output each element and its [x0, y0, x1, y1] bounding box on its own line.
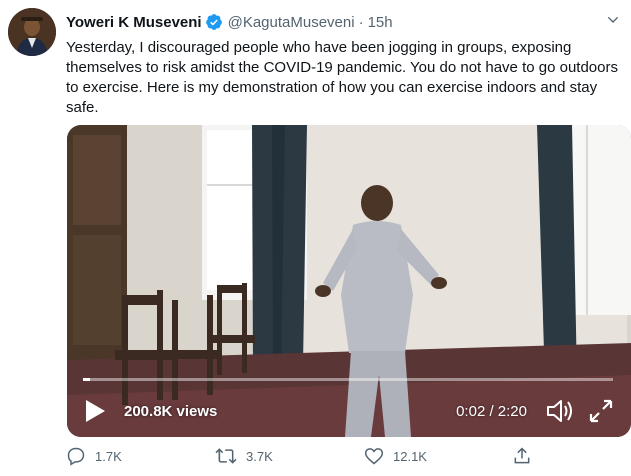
- tweet-actions: 1.7K 3.7K 12.1K: [66, 444, 536, 468]
- author-name[interactable]: Yoweri K Museveni: [66, 14, 202, 31]
- avatar-image: [8, 8, 56, 56]
- video-view-count: 200.8K views: [124, 403, 218, 420]
- avatar[interactable]: [8, 8, 56, 56]
- share-icon: [514, 447, 530, 464]
- volume-icon: [547, 400, 572, 422]
- separator-dot: ·: [358, 13, 364, 31]
- reply-button[interactable]: 1.7K: [66, 446, 122, 466]
- tweet-text: Yesterday, I discouraged people who have…: [66, 39, 618, 116]
- retweet-icon: [215, 448, 237, 464]
- play-icon: [86, 400, 105, 422]
- chevron-down-icon: [607, 16, 619, 23]
- like-button[interactable]: 12.1K: [364, 446, 427, 466]
- verified-badge-icon: [205, 14, 222, 30]
- volume-button[interactable]: [545, 397, 575, 425]
- like-count: 12.1K: [393, 448, 427, 464]
- reply-count: 1.7K: [95, 448, 122, 464]
- video-progress-bar[interactable]: [83, 378, 613, 381]
- play-button[interactable]: [81, 397, 109, 425]
- reply-icon: [67, 447, 85, 466]
- video-frame: [67, 125, 631, 437]
- heart-icon: [364, 448, 384, 465]
- author-handle[interactable]: @KagutaMuseveni: [228, 14, 355, 31]
- more-options-button[interactable]: [603, 10, 623, 30]
- retweet-button[interactable]: 3.7K: [215, 446, 273, 466]
- retweet-count: 3.7K: [246, 448, 273, 464]
- fullscreen-icon: [589, 399, 613, 423]
- video-player[interactable]: 200.8K views 0:02 / 2:20: [67, 125, 631, 437]
- tweet-header: Yoweri K Museveni @KagutaMuseveni · 15h: [66, 10, 393, 34]
- video-time: 0:02 / 2:20: [456, 403, 527, 420]
- tweet[interactable]: Yoweri K Museveni @KagutaMuseveni · 15h …: [0, 0, 631, 476]
- fullscreen-button[interactable]: [587, 397, 615, 425]
- tweet-timestamp[interactable]: 15h: [368, 14, 393, 31]
- share-button[interactable]: [512, 446, 541, 466]
- video-progress-fill: [83, 378, 91, 381]
